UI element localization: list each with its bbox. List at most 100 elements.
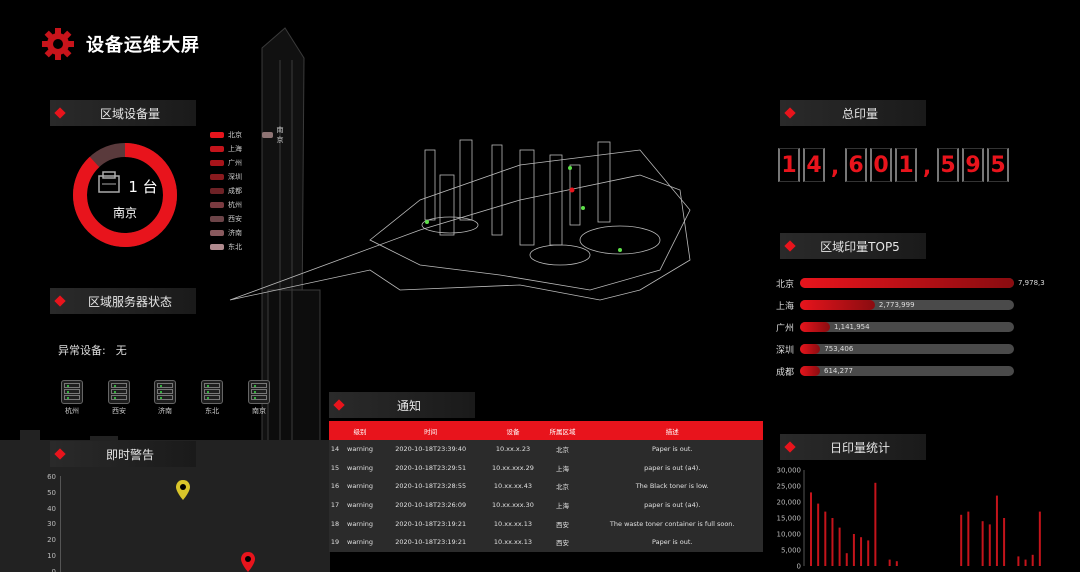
- table-cell: 15: [330, 463, 340, 472]
- donut-city: 南京: [112, 206, 137, 220]
- notice-table: 级别 时间 设备 所属区域 描述 14 warning 2020-10-18T23:39:4…: [329, 421, 763, 552]
- table-cell: 2020-10-18T23:26:09: [395, 501, 467, 510]
- legend-label: 成都: [228, 187, 242, 195]
- notice-table-header: 级别 时间 设备 所属区域 描述: [329, 421, 763, 440]
- top5-value: 1,141,954: [833, 323, 870, 331]
- top5-track: 753,406: [800, 344, 1014, 354]
- y-tick-label: 60: [47, 473, 56, 481]
- column-header: 设备: [482, 421, 544, 440]
- abnormal-devices: 异常设备: 无: [58, 342, 127, 358]
- table-cell: 10.xx.x.23: [495, 445, 531, 454]
- table-cell: 10.xx.xxx.30: [491, 501, 534, 510]
- counter-digit: 1: [778, 148, 800, 182]
- legend-item[interactable]: 南京: [262, 126, 287, 144]
- y-tick-label: 0: [51, 567, 56, 572]
- legend-item[interactable]: 深圳: [210, 170, 242, 184]
- top5-region: 上海: [776, 301, 795, 312]
- gear-icon: [42, 28, 74, 60]
- counter-digit: 6: [845, 148, 867, 182]
- panel-title-region-top5: 区域印量TOP5: [780, 233, 926, 259]
- total-prints-counter: 14,601,595: [778, 148, 1009, 182]
- legend-item[interactable]: 上海: [210, 142, 242, 156]
- table-cell: 10.xx.xx.13: [493, 538, 533, 547]
- table-cell: Paper is out.: [651, 445, 693, 454]
- column-header: 所属区域: [543, 421, 582, 440]
- table-cell: 10.xx.xx.43: [493, 482, 533, 491]
- top5-region: 北京: [776, 279, 795, 290]
- table-cell: warning: [347, 519, 374, 528]
- top5-bar: [800, 322, 830, 332]
- table-cell: 17: [330, 501, 340, 510]
- alert-pin-icon[interactable]: [241, 552, 255, 572]
- chart-bar: [967, 511, 970, 566]
- server-4[interactable]: 南京: [246, 380, 272, 416]
- table-row[interactable]: 19 warning 2020-10-18T23:19:21 10.xx.xx.13 西…: [329, 533, 763, 552]
- table-row[interactable]: 15 warning 2020-10-18T23:29:51 10.xx.xxx.29…: [329, 459, 763, 478]
- chart-bar: [860, 537, 863, 566]
- legend-swatch: [210, 174, 224, 180]
- table-cell: warning: [347, 463, 374, 472]
- table-cell: 16: [330, 482, 340, 491]
- server-1[interactable]: 西安: [106, 380, 132, 416]
- column-header: 时间: [378, 421, 483, 440]
- table-cell: 北京: [555, 483, 569, 492]
- alert-chart-y-axis: 60 50 40 30 20 10 0: [40, 470, 56, 572]
- server-2[interactable]: 济南: [152, 380, 178, 416]
- table-cell: 2020-10-18T23:19:21: [395, 538, 467, 547]
- column-header: 级别: [341, 421, 379, 440]
- server-3[interactable]: 东北: [199, 380, 225, 416]
- table-cell: 10.xx.xxx.29: [491, 463, 534, 472]
- legend-item[interactable]: 东北: [210, 240, 242, 254]
- server-0[interactable]: 杭州: [59, 380, 85, 416]
- table-row[interactable]: 16 warning 2020-10-18T23:28:55 10.xx.xx.43 北…: [329, 477, 763, 496]
- top5-row: 深圳 753,406: [776, 338, 1046, 360]
- daily-prints-chart: 30,000 25,000 20,000 15,000 10,000 5,000 0: [777, 467, 1041, 571]
- top5-region: 广州: [776, 323, 795, 334]
- legend-swatch: [210, 202, 224, 208]
- counter-digit: 0: [870, 148, 892, 182]
- legend-item[interactable]: 济南: [210, 226, 242, 240]
- legend-item[interactable]: 西安: [210, 212, 242, 226]
- panel-title-server-status: 区域服务器状态: [50, 288, 196, 314]
- chart-bar: [888, 559, 891, 566]
- server-label: 东北: [205, 407, 219, 415]
- table-row[interactable]: 14 warning 2020-10-18T23:39:40 10.xx.x.23 北京…: [329, 440, 763, 459]
- warning-pin-icon[interactable]: [176, 480, 190, 500]
- chart-bar: [981, 521, 984, 566]
- legend-item[interactable]: 广州: [210, 156, 242, 170]
- y-tick-label: 50: [47, 488, 56, 497]
- chart-bar: [817, 503, 820, 566]
- chart-bar: [824, 511, 827, 566]
- legend-label: 东北: [228, 243, 242, 251]
- table-cell: 上海: [555, 464, 569, 473]
- table-cell: 西安: [555, 520, 569, 529]
- table-row[interactable]: 17 warning 2020-10-18T23:26:09 10.xx.xxx.30…: [329, 496, 763, 515]
- y-tick-label: 20: [47, 536, 56, 545]
- donut-legend: 北京 南京上海广州 深圳成都杭州 西安 济南东北: [210, 126, 284, 254]
- panel-title-notice: 通知: [329, 392, 475, 418]
- top5-row: 成都 614,277: [776, 360, 1046, 382]
- y-tick-label: 20,000: [777, 499, 802, 507]
- region-top5-bars: 北京 7,978,3 上海 2,773,999 广州 1,141,954 深圳 753,406…: [776, 272, 1046, 382]
- legend-swatch: [210, 216, 224, 222]
- table-cell: 2020-10-18T23:28:55: [395, 482, 467, 491]
- top5-bar: [800, 300, 875, 310]
- legend-item[interactable]: 杭州: [210, 198, 242, 212]
- server-label: 济南: [158, 407, 172, 415]
- panel-title-daily-prints: 日印量统计: [780, 434, 926, 460]
- table-cell: warning: [347, 445, 374, 454]
- legend-item[interactable]: 成都: [210, 184, 242, 198]
- counter-digit: 1: [895, 148, 917, 182]
- counter-separator: ,: [830, 155, 840, 180]
- y-tick-label: 10: [47, 551, 56, 560]
- table-row[interactable]: 18 warning 2020-10-18T23:19:21 10.xx.xx.13 西…: [329, 514, 763, 533]
- counter-digit: 5: [937, 148, 959, 182]
- legend-swatch: [210, 146, 224, 152]
- legend-item[interactable]: 北京: [210, 128, 242, 142]
- chart-bar: [867, 540, 870, 566]
- counter-digit: 9: [962, 148, 984, 182]
- legend-label: 南京: [276, 126, 284, 144]
- top5-row: 广州 1,141,954: [776, 316, 1046, 338]
- legend-label: 上海: [228, 145, 242, 153]
- table-cell: The waste toner container is full soon.: [609, 519, 735, 528]
